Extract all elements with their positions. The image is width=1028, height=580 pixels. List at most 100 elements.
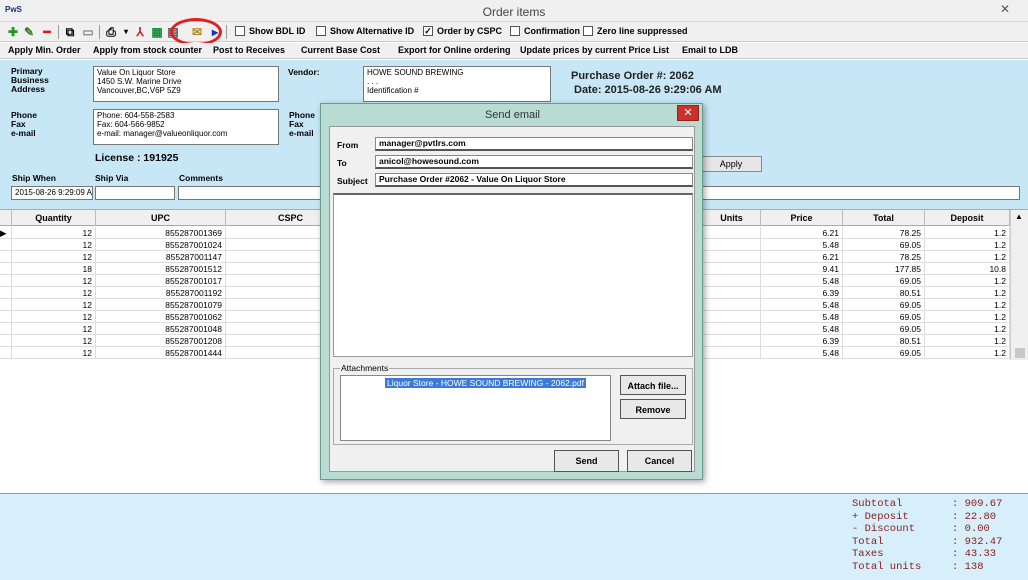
quantity-cell[interactable]: 12	[12, 287, 96, 299]
send-button[interactable]: Send	[554, 450, 619, 472]
show-alternative-id-checkbox[interactable]: Show Alternative ID	[316, 26, 414, 36]
column-header-total[interactable]: Total	[843, 210, 925, 226]
row-header[interactable]	[0, 239, 12, 251]
zero-line-suppressed-checkbox[interactable]: Zero line suppressed	[583, 26, 688, 36]
subject-field[interactable]: Purchase Order #2062 - Value On Liquor S…	[375, 173, 693, 187]
total-cell[interactable]: 78.25	[843, 227, 925, 239]
quantity-cell[interactable]: 12	[12, 311, 96, 323]
row-header[interactable]	[0, 311, 12, 323]
deposit-cell[interactable]: 1.2	[925, 227, 1010, 239]
order-by-cspc-checkbox[interactable]: ✓ Order by CSPC	[423, 26, 502, 36]
price-cell[interactable]: 5.48	[761, 299, 843, 311]
row-header[interactable]	[0, 299, 12, 311]
empty-cell[interactable]	[703, 335, 761, 347]
total-cell[interactable]: 177.85	[843, 263, 925, 275]
from-field[interactable]: manager@pvtlrs.com	[375, 137, 693, 151]
email-to-ldb-link[interactable]: Email to LDB	[682, 45, 738, 55]
remove-icon[interactable]: ━	[40, 25, 54, 39]
current-base-cost-link[interactable]: Current Base Cost	[301, 45, 380, 55]
row-header[interactable]	[0, 335, 12, 347]
confirmation-checkbox[interactable]: Confirmation	[510, 26, 580, 36]
total-cell[interactable]: 69.05	[843, 311, 925, 323]
ship-when-field[interactable]: 2015-08-26 9:29:09 A	[11, 186, 93, 200]
remove-attachment-button[interactable]: Remove	[620, 399, 686, 419]
price-cell[interactable]: 5.48	[761, 239, 843, 251]
empty-cell[interactable]	[703, 251, 761, 263]
price-cell[interactable]: 6.21	[761, 251, 843, 263]
deposit-cell[interactable]: 1.2	[925, 251, 1010, 263]
quantity-cell[interactable]: 12	[12, 275, 96, 287]
row-header[interactable]	[0, 263, 12, 275]
quantity-cell[interactable]: 12	[12, 299, 96, 311]
deposit-cell[interactable]: 1.2	[925, 239, 1010, 251]
attachments-list[interactable]: Liquor Store - HOWE SOUND BREWING - 2062…	[340, 375, 611, 441]
preview-icon[interactable]: ⧉	[63, 25, 77, 39]
column-header-units[interactable]: Units	[703, 210, 761, 226]
row-header[interactable]	[0, 275, 12, 287]
pdf-icon[interactable]: ⅄	[133, 25, 147, 39]
vendor-field[interactable]: HOWE SOUND BREWING . . . Identification …	[363, 66, 551, 102]
price-cell[interactable]: 6.21	[761, 227, 843, 239]
upc-cell[interactable]: 855287001512	[96, 263, 226, 275]
apply-from-stock-counter-link[interactable]: Apply from stock counter	[93, 45, 202, 55]
quantity-cell[interactable]: 12	[12, 239, 96, 251]
deposit-cell[interactable]: 1.2	[925, 347, 1010, 359]
print-icon[interactable]: ⎙	[104, 25, 118, 39]
deposit-cell[interactable]: 1.2	[925, 299, 1010, 311]
total-cell[interactable]: 69.05	[843, 347, 925, 359]
total-cell[interactable]: 80.51	[843, 287, 925, 299]
empty-cell[interactable]	[703, 287, 761, 299]
row-header[interactable]	[0, 251, 12, 263]
row-header[interactable]	[0, 347, 12, 359]
price-cell[interactable]: 5.48	[761, 323, 843, 335]
empty-cell[interactable]	[703, 347, 761, 359]
upc-cell[interactable]: 855287001192	[96, 287, 226, 299]
quantity-cell[interactable]: 12	[12, 227, 96, 239]
export-online-ordering-link[interactable]: Export for Online ordering	[398, 45, 511, 55]
total-cell[interactable]: 80.51	[843, 335, 925, 347]
address-field[interactable]: Value On Liquor Store 1450 S.W. Marine D…	[93, 66, 279, 102]
upc-cell[interactable]: 855287001048	[96, 323, 226, 335]
apply-button[interactable]: Apply	[700, 156, 762, 172]
price-cell[interactable]: 9.41	[761, 263, 843, 275]
quantity-cell[interactable]: 18	[12, 263, 96, 275]
blank-icon[interactable]: ▭	[81, 25, 95, 39]
current-row-indicator-icon[interactable]: ▶	[0, 227, 12, 239]
total-cell[interactable]: 69.05	[843, 299, 925, 311]
empty-cell[interactable]	[703, 323, 761, 335]
total-cell[interactable]: 69.05	[843, 275, 925, 287]
empty-cell[interactable]	[703, 263, 761, 275]
empty-cell[interactable]	[703, 227, 761, 239]
post-to-receives-link[interactable]: Post to Receives	[213, 45, 285, 55]
deposit-cell[interactable]: 1.2	[925, 287, 1010, 299]
empty-cell[interactable]	[703, 311, 761, 323]
update-prices-link[interactable]: Update prices by current Price List	[520, 45, 669, 55]
row-header[interactable]	[0, 323, 12, 335]
contact-field[interactable]: Phone: 604-558-2583 Fax: 604-566-9852 e-…	[93, 109, 279, 145]
ship-via-field[interactable]	[95, 186, 175, 200]
deposit-cell[interactable]: 1.2	[925, 311, 1010, 323]
upc-cell[interactable]: 855287001017	[96, 275, 226, 287]
upc-cell[interactable]: 855287001208	[96, 335, 226, 347]
column-header-deposit[interactable]: Deposit	[925, 210, 1010, 226]
attach-file-button[interactable]: Attach file...	[620, 375, 686, 395]
dropdown-arrow-icon[interactable]: ▾	[119, 25, 133, 39]
grid-scrollbar[interactable]: ▲	[1010, 210, 1028, 360]
message-body-textarea[interactable]	[333, 193, 693, 357]
window-close-button[interactable]: ✕	[994, 2, 1016, 18]
excel-icon[interactable]: ▦	[150, 25, 164, 39]
deposit-cell[interactable]: 10.8	[925, 263, 1010, 275]
cancel-button[interactable]: Cancel	[627, 450, 692, 472]
price-cell[interactable]: 5.48	[761, 347, 843, 359]
total-cell[interactable]: 69.05	[843, 323, 925, 335]
column-header-upc[interactable]: UPC	[96, 210, 226, 226]
deposit-cell[interactable]: 1.2	[925, 275, 1010, 287]
deposit-cell[interactable]: 1.2	[925, 335, 1010, 347]
apply-min-order-link[interactable]: Apply Min. Order	[8, 45, 81, 55]
quantity-cell[interactable]: 12	[12, 335, 96, 347]
upc-cell[interactable]: 855287001062	[96, 311, 226, 323]
empty-cell[interactable]	[703, 275, 761, 287]
dialog-close-button[interactable]: ✕	[677, 105, 699, 121]
add-icon[interactable]: ✚	[6, 25, 20, 39]
show-bdl-id-checkbox[interactable]: Show BDL ID	[235, 26, 305, 36]
